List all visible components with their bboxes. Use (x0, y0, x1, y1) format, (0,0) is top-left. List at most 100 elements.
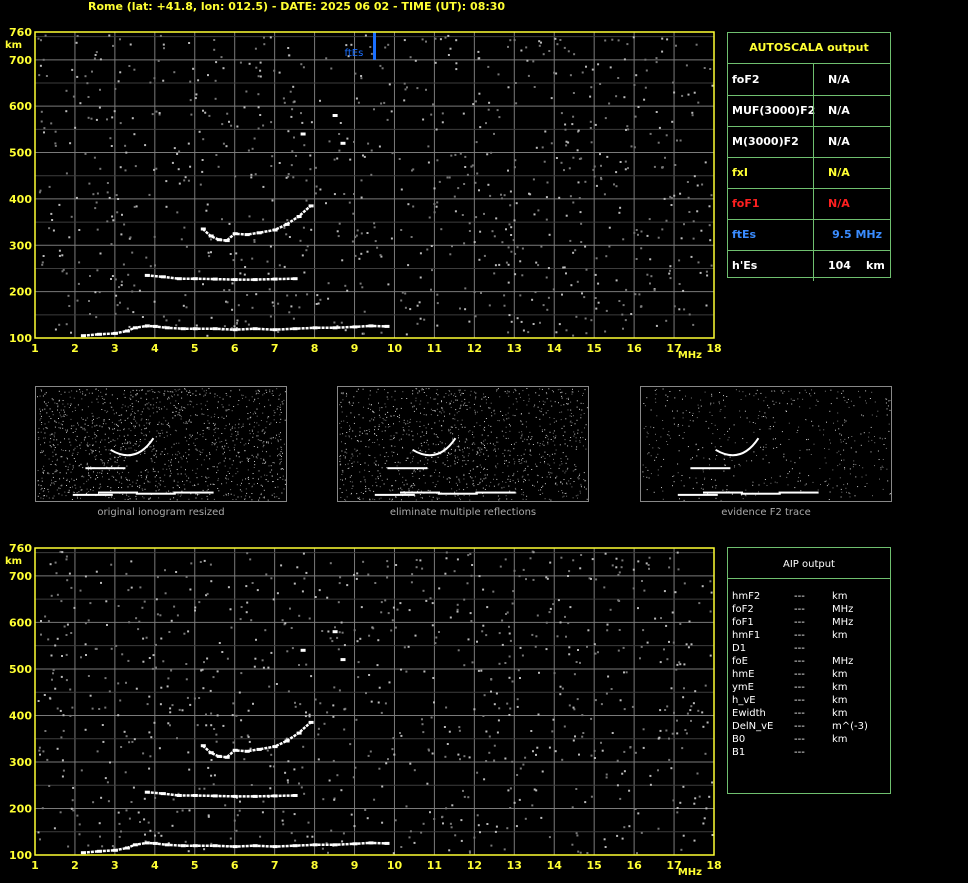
noise-dot (383, 101, 386, 104)
noise-dot (363, 310, 366, 313)
noise-dot (640, 831, 643, 834)
noise-dot (114, 312, 117, 315)
noise-dot (591, 68, 594, 71)
noise-dot (301, 766, 304, 769)
noise-dot (89, 313, 91, 315)
trace-point (340, 658, 346, 662)
noise-dot (529, 557, 532, 560)
noise-dot (624, 319, 627, 322)
noise-dot (674, 591, 677, 594)
noise-dot (400, 734, 403, 737)
noise-dot (621, 559, 624, 562)
noise-dot (113, 846, 116, 849)
noise-dot (128, 621, 131, 624)
noise-dot (509, 787, 512, 790)
noise-dot (326, 711, 329, 714)
noise-dot (68, 236, 71, 239)
noise-dot (597, 651, 599, 654)
noise-dot (131, 117, 134, 120)
noise-dot (432, 677, 435, 679)
noise-dot (482, 588, 485, 591)
noise-dot (240, 736, 243, 738)
noise-dot (516, 317, 519, 320)
noise-dot (285, 233, 288, 236)
noise-dot (210, 238, 212, 241)
noise-dot (520, 49, 523, 52)
noise-dot (690, 643, 693, 646)
noise-dot (606, 155, 609, 158)
noise-dot (577, 129, 580, 132)
noise-dot (584, 317, 587, 320)
noise-dot (618, 571, 621, 574)
noise-dot (564, 615, 566, 618)
noise-dot (58, 254, 61, 257)
noise-dot (78, 833, 81, 836)
noise-dot (699, 271, 702, 274)
noise-dot (603, 193, 606, 196)
noise-dot (391, 619, 394, 622)
noise-dot (421, 38, 424, 41)
noise-dot (481, 630, 484, 633)
noise-dot (246, 601, 249, 604)
noise-dot (585, 65, 587, 68)
noise-dot (499, 565, 502, 568)
noise-dot (282, 97, 285, 100)
noise-dot (366, 250, 369, 253)
noise-dot (643, 589, 646, 592)
noise-dot (314, 192, 317, 195)
noise-dot (321, 630, 324, 632)
noise-dot (60, 736, 63, 739)
noise-dot (168, 631, 171, 633)
noise-dot (606, 623, 609, 626)
noise-dot (360, 232, 363, 235)
noise-dot (414, 634, 417, 637)
noise-dot (253, 137, 256, 140)
noise-dot (88, 300, 90, 302)
noise-dot (400, 229, 403, 231)
noise-dot (205, 713, 207, 716)
noise-dot (503, 294, 506, 297)
noise-dot (683, 582, 686, 585)
noise-dot (94, 291, 97, 294)
noise-dot (344, 329, 347, 332)
noise-dot (709, 239, 712, 242)
noise-dot (306, 835, 309, 838)
noise-dot (300, 786, 303, 789)
noise-dot (244, 266, 247, 268)
noise-dot (293, 768, 296, 771)
noise-dot (39, 753, 41, 756)
noise-dot (358, 257, 361, 260)
noise-dot (708, 795, 711, 798)
noise-dot (88, 182, 91, 185)
noise-dot (680, 848, 683, 851)
noise-dot (47, 620, 50, 623)
noise-dot (43, 131, 45, 134)
noise-dot (287, 130, 290, 133)
noise-dot (515, 102, 518, 105)
noise-dot (40, 120, 43, 123)
noise-dot (571, 806, 574, 809)
noise-dot (577, 649, 579, 651)
noise-dot (463, 183, 466, 185)
noise-dot (76, 75, 79, 78)
noise-dot (270, 651, 273, 654)
noise-dot (291, 108, 294, 111)
noise-dot (70, 331, 72, 334)
noise-dot (239, 61, 242, 64)
noise-dot (144, 833, 146, 836)
noise-dot (247, 735, 250, 738)
noise-dot (701, 183, 704, 186)
noise-dot (255, 638, 257, 641)
noise-dot (298, 782, 300, 785)
noise-dot (445, 551, 448, 554)
noise-dot (87, 619, 90, 622)
noise-dot (113, 110, 116, 113)
noise-dot (408, 609, 411, 612)
noise-dot (56, 637, 59, 640)
noise-dot (332, 759, 335, 762)
noise-dot (529, 193, 532, 196)
trace-point (300, 132, 306, 136)
noise-dot (665, 624, 668, 627)
noise-dot (522, 568, 525, 571)
noise-dot (709, 654, 712, 657)
